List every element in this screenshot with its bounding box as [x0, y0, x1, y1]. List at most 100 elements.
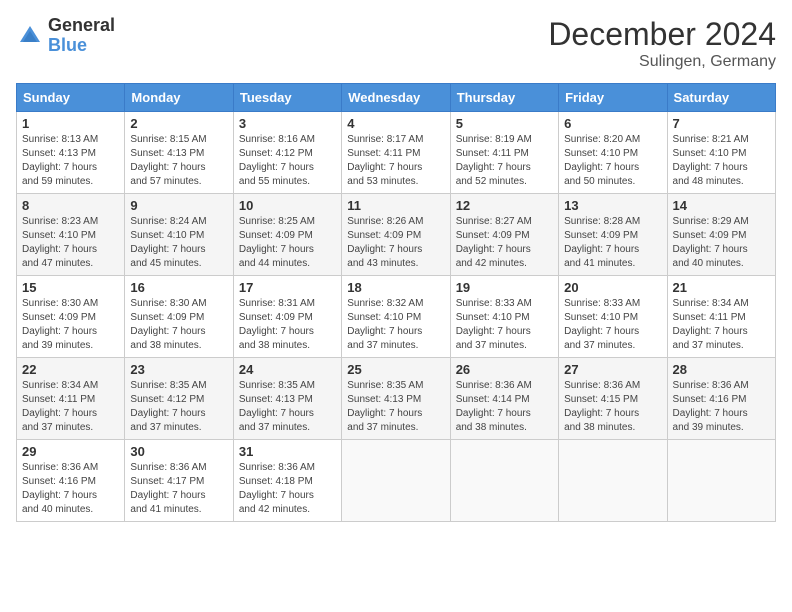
calendar-cell: 8 Sunrise: 8:23 AM Sunset: 4:10 PM Dayli…	[17, 194, 125, 276]
cell-content: Sunrise: 8:36 AM Sunset: 4:17 PM Dayligh…	[130, 461, 227, 517]
calendar-cell: 27 Sunrise: 8:36 AM Sunset: 4:15 PM Dayl…	[559, 358, 667, 440]
cell-content: Sunrise: 8:34 AM Sunset: 4:11 PM Dayligh…	[22, 379, 119, 435]
page-header: General Blue December 2024 Sulingen, Ger…	[16, 16, 776, 71]
day-number: 23	[130, 362, 227, 377]
day-number: 18	[347, 280, 444, 295]
calendar-cell: 23 Sunrise: 8:35 AM Sunset: 4:12 PM Dayl…	[125, 358, 233, 440]
header-cell-tuesday: Tuesday	[233, 84, 341, 112]
calendar-cell: 28 Sunrise: 8:36 AM Sunset: 4:16 PM Dayl…	[667, 358, 775, 440]
day-number: 12	[456, 198, 553, 213]
cell-content: Sunrise: 8:23 AM Sunset: 4:10 PM Dayligh…	[22, 215, 119, 271]
calendar-cell: 6 Sunrise: 8:20 AM Sunset: 4:10 PM Dayli…	[559, 112, 667, 194]
day-number: 26	[456, 362, 553, 377]
day-number: 31	[239, 444, 336, 459]
header-cell-wednesday: Wednesday	[342, 84, 450, 112]
header-cell-saturday: Saturday	[667, 84, 775, 112]
cell-content: Sunrise: 8:17 AM Sunset: 4:11 PM Dayligh…	[347, 133, 444, 189]
cell-content: Sunrise: 8:36 AM Sunset: 4:16 PM Dayligh…	[22, 461, 119, 517]
location-title: Sulingen, Germany	[548, 53, 776, 71]
calendar-cell: 19 Sunrise: 8:33 AM Sunset: 4:10 PM Dayl…	[450, 276, 558, 358]
cell-content: Sunrise: 8:33 AM Sunset: 4:10 PM Dayligh…	[564, 297, 661, 353]
calendar-cell: 21 Sunrise: 8:34 AM Sunset: 4:11 PM Dayl…	[667, 276, 775, 358]
day-number: 4	[347, 116, 444, 131]
cell-content: Sunrise: 8:35 AM Sunset: 4:13 PM Dayligh…	[347, 379, 444, 435]
cell-content: Sunrise: 8:30 AM Sunset: 4:09 PM Dayligh…	[130, 297, 227, 353]
cell-content: Sunrise: 8:36 AM Sunset: 4:16 PM Dayligh…	[673, 379, 770, 435]
title-section: December 2024 Sulingen, Germany	[548, 16, 776, 71]
header-cell-friday: Friday	[559, 84, 667, 112]
cell-content: Sunrise: 8:36 AM Sunset: 4:14 PM Dayligh…	[456, 379, 553, 435]
week-row: 29 Sunrise: 8:36 AM Sunset: 4:16 PM Dayl…	[17, 440, 776, 522]
cell-content: Sunrise: 8:21 AM Sunset: 4:10 PM Dayligh…	[673, 133, 770, 189]
week-row: 1 Sunrise: 8:13 AM Sunset: 4:13 PM Dayli…	[17, 112, 776, 194]
day-number: 16	[130, 280, 227, 295]
cell-content: Sunrise: 8:33 AM Sunset: 4:10 PM Dayligh…	[456, 297, 553, 353]
day-number: 3	[239, 116, 336, 131]
day-number: 7	[673, 116, 770, 131]
calendar-cell: 20 Sunrise: 8:33 AM Sunset: 4:10 PM Dayl…	[559, 276, 667, 358]
calendar-cell: 30 Sunrise: 8:36 AM Sunset: 4:17 PM Dayl…	[125, 440, 233, 522]
logo-text-general: General	[48, 15, 115, 35]
day-number: 9	[130, 198, 227, 213]
week-row: 15 Sunrise: 8:30 AM Sunset: 4:09 PM Dayl…	[17, 276, 776, 358]
day-number: 15	[22, 280, 119, 295]
calendar-cell: 24 Sunrise: 8:35 AM Sunset: 4:13 PM Dayl…	[233, 358, 341, 440]
cell-content: Sunrise: 8:24 AM Sunset: 4:10 PM Dayligh…	[130, 215, 227, 271]
calendar-cell: 3 Sunrise: 8:16 AM Sunset: 4:12 PM Dayli…	[233, 112, 341, 194]
calendar-cell: 15 Sunrise: 8:30 AM Sunset: 4:09 PM Dayl…	[17, 276, 125, 358]
day-number: 8	[22, 198, 119, 213]
day-number: 1	[22, 116, 119, 131]
cell-content: Sunrise: 8:30 AM Sunset: 4:09 PM Dayligh…	[22, 297, 119, 353]
cell-content: Sunrise: 8:36 AM Sunset: 4:18 PM Dayligh…	[239, 461, 336, 517]
cell-content: Sunrise: 8:19 AM Sunset: 4:11 PM Dayligh…	[456, 133, 553, 189]
day-number: 19	[456, 280, 553, 295]
cell-content: Sunrise: 8:28 AM Sunset: 4:09 PM Dayligh…	[564, 215, 661, 271]
calendar-cell: 17 Sunrise: 8:31 AM Sunset: 4:09 PM Dayl…	[233, 276, 341, 358]
calendar-cell: 22 Sunrise: 8:34 AM Sunset: 4:11 PM Dayl…	[17, 358, 125, 440]
cell-content: Sunrise: 8:36 AM Sunset: 4:15 PM Dayligh…	[564, 379, 661, 435]
calendar-cell: 10 Sunrise: 8:25 AM Sunset: 4:09 PM Dayl…	[233, 194, 341, 276]
calendar-cell: 9 Sunrise: 8:24 AM Sunset: 4:10 PM Dayli…	[125, 194, 233, 276]
day-number: 11	[347, 198, 444, 213]
day-number: 14	[673, 198, 770, 213]
logo-icon	[16, 22, 44, 50]
calendar-cell: 25 Sunrise: 8:35 AM Sunset: 4:13 PM Dayl…	[342, 358, 450, 440]
month-title: December 2024	[548, 16, 776, 53]
calendar-cell: 13 Sunrise: 8:28 AM Sunset: 4:09 PM Dayl…	[559, 194, 667, 276]
calendar-cell: 11 Sunrise: 8:26 AM Sunset: 4:09 PM Dayl…	[342, 194, 450, 276]
calendar-cell: 12 Sunrise: 8:27 AM Sunset: 4:09 PM Dayl…	[450, 194, 558, 276]
cell-content: Sunrise: 8:25 AM Sunset: 4:09 PM Dayligh…	[239, 215, 336, 271]
week-row: 8 Sunrise: 8:23 AM Sunset: 4:10 PM Dayli…	[17, 194, 776, 276]
calendar-cell: 29 Sunrise: 8:36 AM Sunset: 4:16 PM Dayl…	[17, 440, 125, 522]
cell-content: Sunrise: 8:26 AM Sunset: 4:09 PM Dayligh…	[347, 215, 444, 271]
cell-content: Sunrise: 8:34 AM Sunset: 4:11 PM Dayligh…	[673, 297, 770, 353]
cell-content: Sunrise: 8:32 AM Sunset: 4:10 PM Dayligh…	[347, 297, 444, 353]
header-cell-sunday: Sunday	[17, 84, 125, 112]
calendar-cell: 2 Sunrise: 8:15 AM Sunset: 4:13 PM Dayli…	[125, 112, 233, 194]
logo: General Blue	[16, 16, 115, 56]
cell-content: Sunrise: 8:35 AM Sunset: 4:13 PM Dayligh…	[239, 379, 336, 435]
calendar-cell: 7 Sunrise: 8:21 AM Sunset: 4:10 PM Dayli…	[667, 112, 775, 194]
calendar-cell: 16 Sunrise: 8:30 AM Sunset: 4:09 PM Dayl…	[125, 276, 233, 358]
calendar-cell	[450, 440, 558, 522]
logo-text-blue: Blue	[48, 35, 87, 55]
cell-content: Sunrise: 8:27 AM Sunset: 4:09 PM Dayligh…	[456, 215, 553, 271]
header-cell-monday: Monday	[125, 84, 233, 112]
day-number: 28	[673, 362, 770, 377]
cell-content: Sunrise: 8:35 AM Sunset: 4:12 PM Dayligh…	[130, 379, 227, 435]
cell-content: Sunrise: 8:16 AM Sunset: 4:12 PM Dayligh…	[239, 133, 336, 189]
calendar-cell: 1 Sunrise: 8:13 AM Sunset: 4:13 PM Dayli…	[17, 112, 125, 194]
cell-content: Sunrise: 8:15 AM Sunset: 4:13 PM Dayligh…	[130, 133, 227, 189]
calendar-table: SundayMondayTuesdayWednesdayThursdayFrid…	[16, 83, 776, 522]
day-number: 10	[239, 198, 336, 213]
day-number: 5	[456, 116, 553, 131]
calendar-cell	[559, 440, 667, 522]
cell-content: Sunrise: 8:20 AM Sunset: 4:10 PM Dayligh…	[564, 133, 661, 189]
day-number: 21	[673, 280, 770, 295]
calendar-cell: 4 Sunrise: 8:17 AM Sunset: 4:11 PM Dayli…	[342, 112, 450, 194]
day-number: 30	[130, 444, 227, 459]
day-number: 24	[239, 362, 336, 377]
cell-content: Sunrise: 8:13 AM Sunset: 4:13 PM Dayligh…	[22, 133, 119, 189]
calendar-cell	[667, 440, 775, 522]
day-number: 17	[239, 280, 336, 295]
